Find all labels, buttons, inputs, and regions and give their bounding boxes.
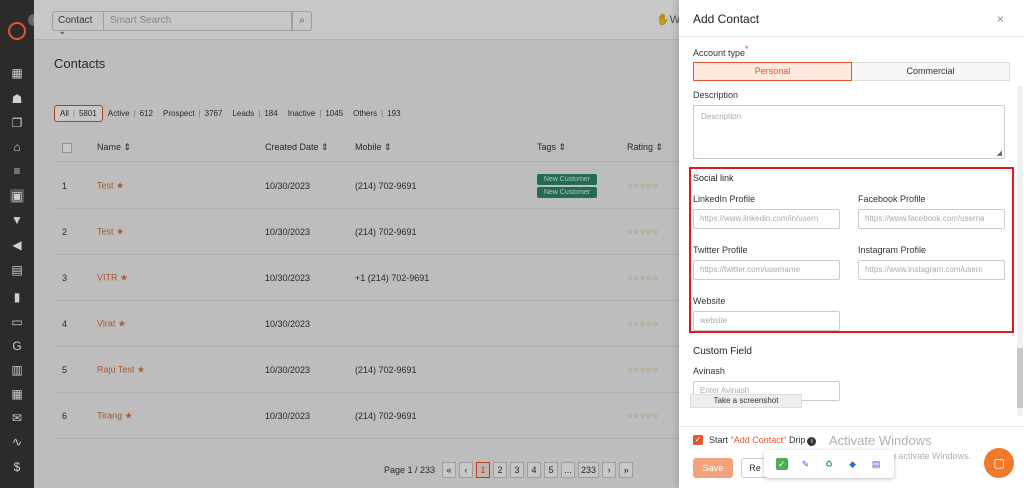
drip-checkbox[interactable]: ✓ [693, 435, 703, 445]
account-type-label-text: Account type [693, 48, 746, 58]
custom-field-title: Custom Field [693, 346, 752, 357]
linkedin-label: LinkedIn Profile [693, 194, 756, 204]
teams-icon[interactable]: ▤ [870, 458, 883, 470]
facebook-label: Facebook Profile [858, 194, 926, 204]
twitter-input[interactable]: https://twitter.com/username [693, 260, 840, 280]
filter-icon[interactable]: ▼ [10, 213, 24, 227]
shield-check-icon[interactable]: ✓ [775, 458, 788, 470]
drip-label-accent: "Add Contact" [730, 435, 787, 445]
drawer-title: Add Contact [693, 12, 760, 26]
recycle-icon[interactable]: ♻ [822, 458, 835, 470]
users-icon[interactable]: ☗ [10, 92, 24, 106]
folder-icon[interactable]: ▭ [10, 315, 24, 329]
chart-icon[interactable]: ▮ [10, 290, 24, 304]
description-placeholder: Description [701, 112, 742, 121]
account-type-commercial[interactable]: Commercial [852, 62, 1010, 81]
add-contact-drawer: Add Contact × Account type* Personal Com… [679, 0, 1024, 488]
drawer-scrollbar[interactable] [1017, 86, 1023, 416]
sidebar: › ▦ ☗ ❐ ⌂ ≡ ▣ ▼ ◀ ▤ ▮ ▭ G ▥ ▦ ✉ ∿ $ [0, 0, 40, 488]
copy-icon[interactable]: ❐ [10, 116, 24, 130]
description-label: Description [693, 90, 739, 100]
bank-icon[interactable]: ⌂ [10, 140, 24, 154]
signature-icon[interactable]: ∿ [10, 435, 24, 449]
windows-shield-icon[interactable]: ◆ [846, 458, 859, 470]
dashboard-icon[interactable]: ▦ [10, 66, 24, 80]
website-input[interactable]: website [693, 311, 840, 331]
account-type-personal[interactable]: Personal [693, 62, 852, 81]
website-label: Website [693, 296, 726, 306]
pen-icon[interactable]: ✎ [799, 458, 812, 470]
required-marker: * [745, 44, 749, 54]
info-icon[interactable]: i [807, 437, 817, 446]
report-icon[interactable]: ▥ [10, 363, 24, 377]
linkedin-input[interactable]: https://www.linkedin.com/in/usern [693, 209, 840, 229]
divider [679, 36, 1024, 37]
instagram-input[interactable]: https://www.instagram.com/usern [858, 260, 1005, 280]
google-icon[interactable]: G [10, 339, 24, 353]
screenshot-tooltip: Take a screenshot [690, 394, 802, 408]
logo [8, 22, 26, 40]
instagram-label: Instagram Profile [858, 245, 927, 255]
description-textarea[interactable]: Description ◢ [693, 105, 1005, 159]
facebook-input[interactable]: https://www.facebook.com/userna [858, 209, 1005, 229]
chat-icon[interactable]: ▢ [984, 448, 1014, 478]
mail-icon[interactable]: ✉ [10, 411, 24, 425]
avinash-label: Avinash [693, 366, 725, 376]
save-button[interactable]: Save [693, 458, 733, 478]
list-icon[interactable]: ≡ [10, 164, 24, 178]
modal-overlay[interactable] [34, 0, 679, 488]
system-tray-popup: ✓ ✎ ♻ ◆ ▤ [764, 450, 894, 478]
footer-divider [679, 426, 1024, 427]
social-link-title: Social link [693, 173, 734, 183]
dollar-icon[interactable]: $ [10, 460, 24, 474]
scrollbar-thumb[interactable] [1017, 348, 1023, 408]
activate-windows-title: Activate Windows [829, 433, 932, 448]
drip-label-prefix: Start [709, 435, 731, 445]
drip-label: Start "Add Contact" Drip i [709, 435, 817, 446]
resize-handle-icon[interactable]: ◢ [997, 149, 1002, 157]
megaphone-icon[interactable]: ◀ [10, 238, 24, 252]
account-type-label: Account type* [693, 44, 749, 58]
twitter-label: Twitter Profile [693, 245, 748, 255]
contacts-icon[interactable]: ▣ [10, 189, 24, 203]
document-icon[interactable]: ▤ [10, 263, 24, 277]
calendar-icon[interactable]: ▦ [10, 387, 24, 401]
drip-label-suffix: Drip [786, 435, 806, 445]
close-icon[interactable]: × [997, 12, 1004, 26]
